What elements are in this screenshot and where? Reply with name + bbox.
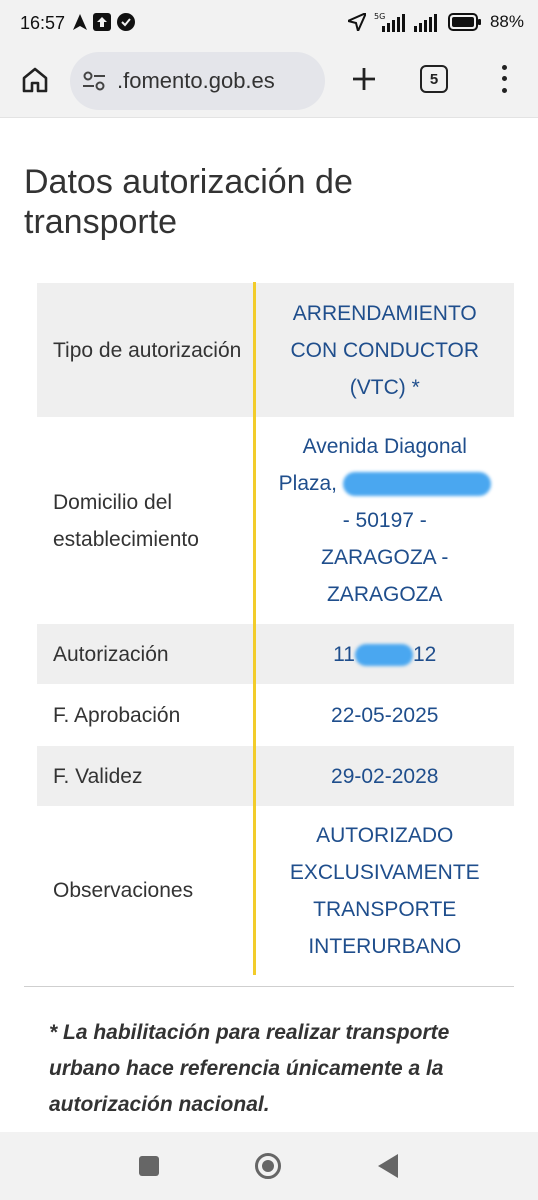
menu-dot-icon <box>501 76 507 82</box>
home-icon <box>22 67 48 93</box>
value-line: (VTC) * <box>349 375 420 399</box>
table-row: F. Aprobación 22-05-2025 <box>37 684 514 746</box>
value-line: TRANSPORTE <box>313 897 457 921</box>
table-row: Domicilio del establecimiento Avenida Di… <box>37 417 514 624</box>
new-tab-button[interactable] <box>347 62 381 96</box>
signal-5g-icon: 5G <box>374 12 405 32</box>
value-line: CON CONDUCTOR <box>290 338 480 362</box>
table-row: Autorización 11 12 <box>37 623 514 685</box>
row-label: Observaciones <box>37 806 256 975</box>
value-line: EXCLUSIVAMENTE <box>289 860 480 884</box>
value-line: Avenida Diagonal <box>302 435 467 458</box>
row-value: AUTORIZADO EXCLUSIVAMENTE TRANSPORTE INT… <box>254 807 514 975</box>
navigation-arrow-icon <box>73 14 87 30</box>
url-text: .fomento.gob.es <box>117 68 275 93</box>
row-label: F. Aprobación <box>37 684 256 746</box>
page-title: Datos autorización de transporte <box>24 163 353 241</box>
value-line: AUTORIZADO <box>316 823 454 847</box>
value-line: ARRENDAMIENTO <box>292 301 477 325</box>
value-line: ZARAGOZA - <box>321 546 449 569</box>
home-button[interactable] <box>18 63 52 97</box>
status-right-icons: 5G 88% <box>347 12 524 32</box>
value-text: 11 <box>333 642 355 666</box>
value-line: Plaza, <box>268 465 503 502</box>
home-circle-icon[interactable] <box>255 1153 281 1179</box>
check-circle-icon <box>117 13 135 31</box>
row-label: Tipo de autorización <box>37 282 256 418</box>
upload-notification-icon <box>93 13 111 31</box>
location-arrow-icon <box>347 13 366 31</box>
menu-dot-icon <box>501 65 507 71</box>
recents-icon[interactable] <box>139 1156 159 1176</box>
address-bar[interactable]: .fomento.gob.es <box>70 52 325 110</box>
battery-percent: 88% <box>489 12 524 31</box>
row-value: 29-02-2028 <box>254 745 514 807</box>
signal-bars-icon <box>413 14 437 32</box>
back-triangle-icon[interactable] <box>378 1154 398 1178</box>
more-menu-button[interactable] <box>492 62 516 96</box>
row-label: Autorización <box>37 623 256 685</box>
table-row: Tipo de autorización ARRENDAMIENTO CON C… <box>37 282 514 418</box>
value-text: 12 <box>412 642 437 666</box>
browser-toolbar: .fomento.gob.es 5 <box>0 44 538 118</box>
row-value: 22-05-2025 <box>331 703 439 727</box>
row-label: F. Validez <box>37 745 256 807</box>
row-value: Avenida Diagonal Plaza, - 50197 - ZARAGO… <box>254 418 514 624</box>
menu-dot-icon <box>501 87 507 93</box>
tab-switcher-button[interactable]: 5 <box>420 65 448 93</box>
system-nav-bar <box>0 1132 538 1200</box>
redacted-blur <box>342 472 491 497</box>
authorization-table: Tipo de autorización ARRENDAMIENTO CON C… <box>37 282 514 975</box>
table-row: F. Validez 29-02-2028 <box>37 745 514 807</box>
status-bar: 16:57 5G 88% <box>0 0 538 44</box>
value-line: - 50197 - <box>342 509 427 532</box>
footnote: * La habilitación para realizar transpor… <box>49 1021 450 1116</box>
row-label: Domicilio del establecimiento <box>37 417 256 624</box>
battery-icon <box>447 13 481 31</box>
redacted-blur <box>354 643 413 666</box>
value-line: INTERURBANO <box>308 934 462 958</box>
row-value: 11 12 <box>254 623 514 685</box>
value-text: Plaza, <box>278 472 338 495</box>
table-row: Observaciones AUTORIZADO EXCLUSIVAMENTE … <box>37 806 514 975</box>
divider <box>24 986 514 987</box>
status-left-icons <box>73 13 135 31</box>
plus-icon <box>353 68 375 90</box>
row-value: ARRENDAMIENTO CON CONDUCTOR (VTC) * <box>254 282 514 418</box>
status-time: 16:57 <box>20 13 66 33</box>
value-line: ZARAGOZA <box>326 583 443 606</box>
network-label: 5G <box>374 12 385 21</box>
site-settings-icon[interactable] <box>82 70 106 92</box>
